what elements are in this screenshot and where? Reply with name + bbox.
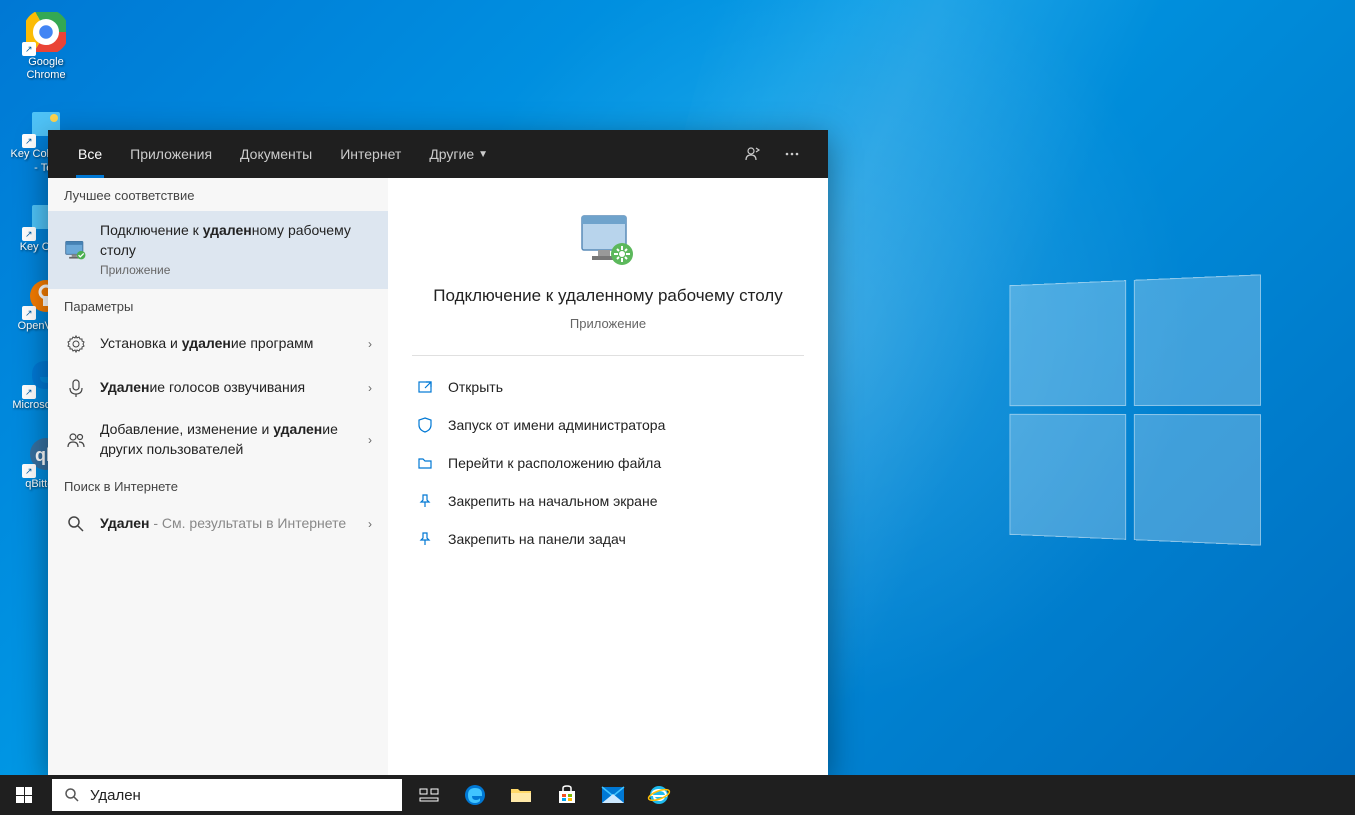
tab-all[interactable]: Все [64, 130, 116, 178]
chevron-right-icon: › [368, 337, 372, 351]
search-icon [64, 512, 88, 536]
open-icon [416, 378, 434, 396]
search-preview-pane: Подключение к удаленному рабочему столу … [388, 178, 828, 775]
result-remote-desktop[interactable]: Подключение к удаленному рабочему столу … [48, 211, 388, 289]
taskbar-file-explorer[interactable] [498, 775, 544, 815]
tab-other[interactable]: Другие ▼ [415, 130, 502, 178]
result-manage-users[interactable]: Добавление, изменение и удаление других … [48, 410, 388, 469]
action-open[interactable]: Открыть [388, 368, 828, 406]
section-best-match: Лучшее соответствие [48, 178, 388, 211]
gear-icon [64, 332, 88, 356]
section-settings: Параметры [48, 289, 388, 322]
tab-internet[interactable]: Интернет [326, 130, 415, 178]
chevron-right-icon: › [368, 433, 372, 447]
preview-title: Подключение к удаленному рабочему столу [433, 284, 782, 308]
microphone-icon [64, 376, 88, 400]
result-install-remove-programs[interactable]: Установка и удаление программ › [48, 322, 388, 366]
tab-documents[interactable]: Документы [226, 130, 326, 178]
search-panel: Все Приложения Документы Интернет Другие… [48, 130, 828, 775]
action-pin-start[interactable]: Закрепить на начальном экране [388, 482, 828, 520]
feedback-icon[interactable] [732, 130, 772, 178]
taskbar-mail[interactable] [590, 775, 636, 815]
taskbar-task-view[interactable] [406, 775, 452, 815]
desktop-icon-chrome[interactable]: Google Chrome [8, 10, 84, 82]
rdp-icon [64, 238, 88, 262]
ie-icon [647, 783, 671, 807]
taskbar-ie[interactable] [636, 775, 682, 815]
shield-icon [416, 416, 434, 434]
tab-apps[interactable]: Приложения [116, 130, 226, 178]
search-tabs-bar: Все Приложения Документы Интернет Другие… [48, 130, 828, 178]
action-pin-taskbar[interactable]: Закрепить на панели задач [388, 520, 828, 558]
mail-icon [601, 786, 625, 804]
taskbar-edge[interactable] [452, 775, 498, 815]
edge-icon [463, 783, 487, 807]
search-results-list: Лучшее соответствие Подключение к удален… [48, 178, 388, 775]
chevron-right-icon: › [368, 381, 372, 395]
folder-icon [416, 454, 434, 472]
folder-icon [510, 786, 532, 804]
chevron-down-icon: ▼ [478, 149, 488, 160]
search-icon [64, 787, 80, 803]
taskbar-store[interactable] [544, 775, 590, 815]
pin-icon [416, 530, 434, 548]
desktop-icon-label: Google Chrome [8, 56, 84, 82]
section-web-search: Поиск в Интернете [48, 469, 388, 502]
store-icon [556, 784, 578, 806]
pin-icon [416, 492, 434, 510]
task-view-icon [419, 787, 439, 803]
result-remove-voices[interactable]: Удаление голосов озвучивания › [48, 366, 388, 410]
start-button[interactable] [0, 775, 48, 815]
taskbar-search-box[interactable] [52, 779, 402, 811]
taskbar [0, 775, 1355, 815]
more-options-icon[interactable] [772, 130, 812, 178]
people-icon [64, 428, 88, 452]
action-open-file-location[interactable]: Перейти к расположению файла [388, 444, 828, 482]
preview-subtitle: Приложение [570, 316, 646, 331]
rdp-icon-large [576, 212, 640, 268]
action-run-as-admin[interactable]: Запуск от имени администратора [388, 406, 828, 444]
result-web-search[interactable]: Удален - См. результаты в Интернете › [48, 502, 388, 546]
windows-logo-wallpaper [1009, 274, 1261, 545]
chevron-right-icon: › [368, 517, 372, 531]
chrome-icon [26, 12, 66, 52]
search-input[interactable] [90, 787, 390, 804]
windows-icon [16, 787, 32, 803]
